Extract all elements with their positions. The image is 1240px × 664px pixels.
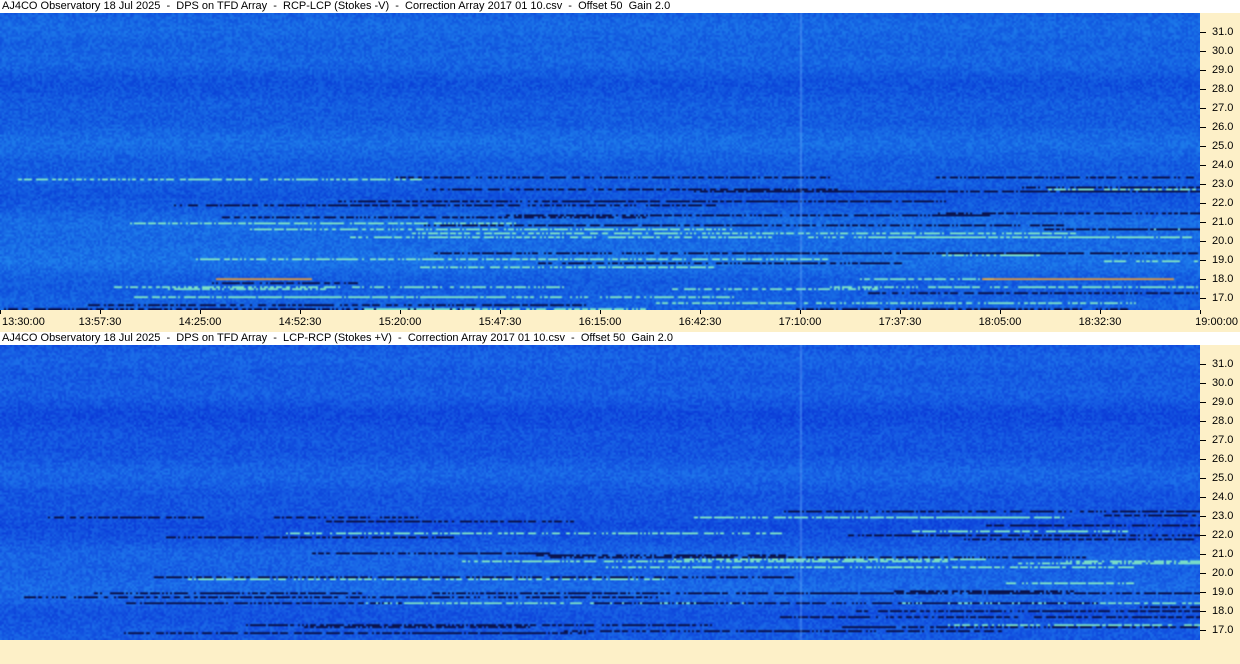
freq-tick: [1200, 165, 1206, 166]
freq-tick: [1200, 146, 1206, 147]
freq-tick: [1200, 554, 1206, 555]
time-tick: [600, 310, 601, 314]
freq-tick: [1200, 222, 1206, 223]
freq-tick: [1200, 70, 1206, 71]
time-label: 15:20:00: [378, 316, 422, 328]
freq-tick: [1200, 611, 1206, 612]
time-label: 17:37:30: [878, 316, 922, 328]
time-label: 16:42:30: [678, 316, 722, 328]
time-label: 17:10:00: [778, 316, 822, 328]
freq-tick: [1200, 364, 1206, 365]
freq-label: 22.0: [1212, 529, 1234, 541]
time-tick: [100, 310, 101, 314]
freq-tick: [1200, 298, 1206, 299]
freq-label: 24.0: [1212, 159, 1234, 171]
freq-label: 23.0: [1212, 178, 1234, 190]
time-label: 14:25:00: [178, 316, 222, 328]
freq-tick: [1200, 203, 1206, 204]
freq-label: 28.0: [1212, 415, 1234, 427]
freq-label: 24.0: [1212, 491, 1234, 503]
time-tick: [900, 310, 901, 314]
freq-tick: [1200, 592, 1206, 593]
time-label: 13:30:00: [2, 316, 45, 328]
time-tick: [400, 310, 401, 314]
time-tick: [1100, 310, 1101, 314]
freq-label: 30.0: [1212, 377, 1234, 389]
freq-label: 25.0: [1212, 140, 1234, 152]
time-label: 15:47:30: [478, 316, 522, 328]
freq-tick: [1200, 535, 1206, 536]
time-tick: [700, 310, 701, 314]
freq-tick: [1200, 459, 1206, 460]
freq-tick: [1200, 478, 1206, 479]
top-spectrogram-canvas: [0, 13, 1200, 310]
freq-tick: [1200, 402, 1206, 403]
freq-label: 19.0: [1212, 254, 1234, 266]
time-tick: [1200, 310, 1201, 314]
time-label: 18:32:30: [1078, 316, 1122, 328]
freq-tick: [1200, 241, 1206, 242]
freq-label: 27.0: [1212, 434, 1234, 446]
time-tick: [500, 310, 501, 314]
time-tick: [0, 310, 1, 314]
freq-label: 18.0: [1212, 273, 1234, 285]
freq-label: 21.0: [1212, 216, 1234, 228]
freq-label: 30.0: [1212, 45, 1234, 57]
freq-tick: [1200, 108, 1206, 109]
time-label: 16:15:00: [578, 316, 622, 328]
freq-label: 17.0: [1212, 624, 1234, 636]
bottom-spectrogram[interactable]: [0, 345, 1200, 640]
top-spectrogram[interactable]: [0, 13, 1200, 310]
time-tick: [200, 310, 201, 314]
time-tick: [1000, 310, 1001, 314]
freq-tick: [1200, 516, 1206, 517]
freq-label: 22.0: [1212, 197, 1234, 209]
freq-label: 28.0: [1212, 83, 1234, 95]
time-label: 19:00:00: [1195, 316, 1238, 328]
time-axis: 13:30:00 13:57:30 14:25:00 14:52:30 15:20:00…: [0, 310, 1240, 332]
freq-tick: [1200, 89, 1206, 90]
freq-tick: [1200, 51, 1206, 52]
bottom-margin: [0, 640, 1240, 664]
freq-tick: [1200, 260, 1206, 261]
top-frequency-axis: 31.0 30.0 29.0 28.0 27.0 26.0 25.0 24.0 23.0 22.0…: [1200, 13, 1240, 310]
bottom-panel-title: AJ4CO Observatory 18 Jul 2025 - DPS on T…: [0, 332, 1240, 345]
time-label: 13:57:30: [78, 316, 122, 328]
freq-label: 29.0: [1212, 396, 1234, 408]
time-tick: [300, 310, 301, 314]
freq-label: 25.0: [1212, 472, 1234, 484]
freq-label: 31.0: [1212, 26, 1234, 38]
time-tick: [800, 310, 801, 314]
freq-label: 19.0: [1212, 586, 1234, 598]
freq-label: 21.0: [1212, 548, 1234, 560]
freq-label: 31.0: [1212, 358, 1234, 370]
freq-tick: [1200, 184, 1206, 185]
freq-label: 20.0: [1212, 567, 1234, 579]
freq-tick: [1200, 497, 1206, 498]
time-label: 14:52:30: [278, 316, 322, 328]
freq-tick: [1200, 32, 1206, 33]
bottom-spectrogram-canvas: [0, 345, 1200, 640]
freq-tick: [1200, 421, 1206, 422]
freq-tick: [1200, 440, 1206, 441]
freq-tick: [1200, 630, 1206, 631]
freq-label: 29.0: [1212, 64, 1234, 76]
top-panel-title: AJ4CO Observatory 18 Jul 2025 - DPS on T…: [0, 0, 1240, 13]
freq-tick: [1200, 383, 1206, 384]
time-label: 18:05:00: [978, 316, 1022, 328]
freq-label: 27.0: [1212, 102, 1234, 114]
freq-label: 18.0: [1212, 605, 1234, 617]
freq-label: 26.0: [1212, 453, 1234, 465]
freq-label: 23.0: [1212, 510, 1234, 522]
bottom-frequency-axis: 31.0 30.0 29.0 28.0 27.0 26.0 25.0 24.0 23.0 22.0…: [1200, 345, 1240, 640]
freq-label: 20.0: [1212, 235, 1234, 247]
freq-tick: [1200, 127, 1206, 128]
freq-label: 17.0: [1212, 292, 1234, 304]
freq-label: 26.0: [1212, 121, 1234, 133]
freq-tick: [1200, 573, 1206, 574]
freq-tick: [1200, 279, 1206, 280]
